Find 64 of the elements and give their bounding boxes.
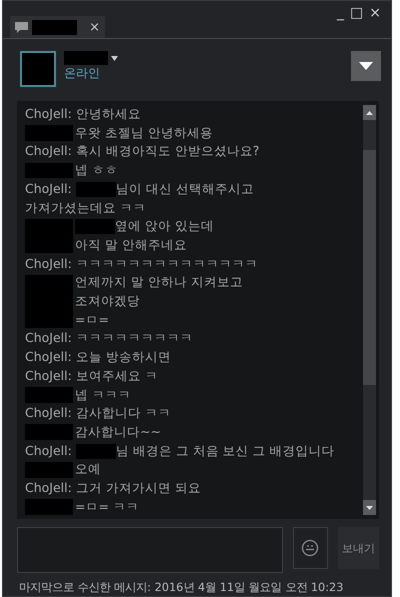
redaction-bar (25, 462, 73, 478)
redaction-bar (25, 218, 73, 254)
message-text: 옆에 앉아 있는데 (115, 217, 214, 236)
message-text: ㅋㅋㅋㅋㅋㅋㅋㅋㅋㅋㅋㅋㅋㅋ (76, 254, 258, 273)
status-text: 온라인 (64, 65, 101, 82)
sender-name: ChoJell: (25, 479, 72, 498)
speech-bubble-icon (15, 22, 28, 32)
message-text: 가져가셨는데요 ㅋㅋ (25, 198, 146, 217)
message-text: 감사합니다~~ (75, 422, 161, 441)
message-input[interactable] (17, 527, 283, 573)
triangle-down-icon (359, 62, 373, 70)
message-text: 감사합니다 ㅋㅋ (76, 404, 171, 422)
redaction-bar (25, 499, 73, 515)
message-text: 우왓 초젤님 안녕하세용 (75, 124, 213, 142)
message-text: ㅋㅋㅋㅋㅋㅋㅋㅋㅋ (76, 329, 193, 348)
message-text: 그거 가져가시면 되요 (76, 479, 201, 498)
redaction-bar (76, 182, 116, 197)
message-text: 혹시 배경아직도 안받으셨나요? (76, 142, 260, 160)
redaction-bar (32, 20, 77, 34)
sender-name: ChoJell: (25, 404, 72, 422)
message-text: 넵 ㅎㅎ (75, 161, 118, 180)
message-text: 님 배경은 그 처음 보신 그 배경입니다 (116, 442, 335, 460)
status-bar-text: 마지막으로 수신한 메시지: 2016년 4월 11일 월요일 오전 10:23 (18, 580, 344, 595)
message-text: 언제까지 말 안하나 지켜보고 (75, 273, 243, 292)
sender-name: ChoJell: (25, 105, 72, 123)
message-text: =ㅁ= (75, 310, 109, 329)
message-text: 오예 (75, 460, 101, 478)
redaction-bar (25, 125, 73, 141)
redaction-bar (25, 162, 73, 178)
message-text: 아직 말 안해주네요 (75, 236, 187, 254)
sender-name: ChoJell: (25, 348, 72, 366)
sender-name: ChoJell: (25, 142, 72, 160)
message-text: 조져야겠당 (75, 292, 140, 310)
redaction-bar (76, 444, 116, 458)
face-icon (301, 539, 320, 557)
window-control[interactable]: □ (350, 5, 364, 21)
redaction-bar (25, 274, 73, 328)
message-text: =ㅁ= ㅋㅋ (75, 498, 139, 516)
chat-tab[interactable]: × (10, 16, 105, 38)
send-button[interactable]: 보내기 (338, 527, 379, 569)
dropdown-button[interactable] (351, 51, 381, 81)
sender-name: ChoJell: (25, 254, 72, 273)
sender-name: ChoJell: (25, 442, 72, 460)
window-control[interactable]: _ (337, 5, 344, 21)
scrollbar[interactable] (363, 105, 376, 515)
redaction-bar (25, 424, 73, 440)
sender-name: ChoJell: (25, 329, 72, 348)
redaction-bar (25, 387, 73, 403)
message-text: 보여주세요 ㅋ (76, 366, 158, 385)
redaction-bar (75, 219, 115, 234)
sender-name: ChoJell: (25, 180, 72, 198)
sender-name: ChoJell: (25, 366, 72, 385)
down-arrow-icon[interactable] (366, 506, 373, 510)
message-text: 안녕하세요 (76, 105, 141, 123)
message-text: 님이 대신 선택해주시고 (116, 180, 254, 198)
window-control[interactable]: × (369, 5, 381, 21)
message-text: 오늘 방송하시면 (76, 348, 171, 366)
avatar (20, 51, 56, 87)
caret-icon[interactable] (111, 56, 118, 60)
redaction-bar (64, 51, 108, 65)
message-text: 넵 ㅋㅋㅋ (75, 386, 131, 404)
up-arrow-icon[interactable] (366, 110, 373, 114)
tab-close-button[interactable]: × (89, 20, 100, 34)
emoji-button[interactable] (293, 527, 328, 569)
